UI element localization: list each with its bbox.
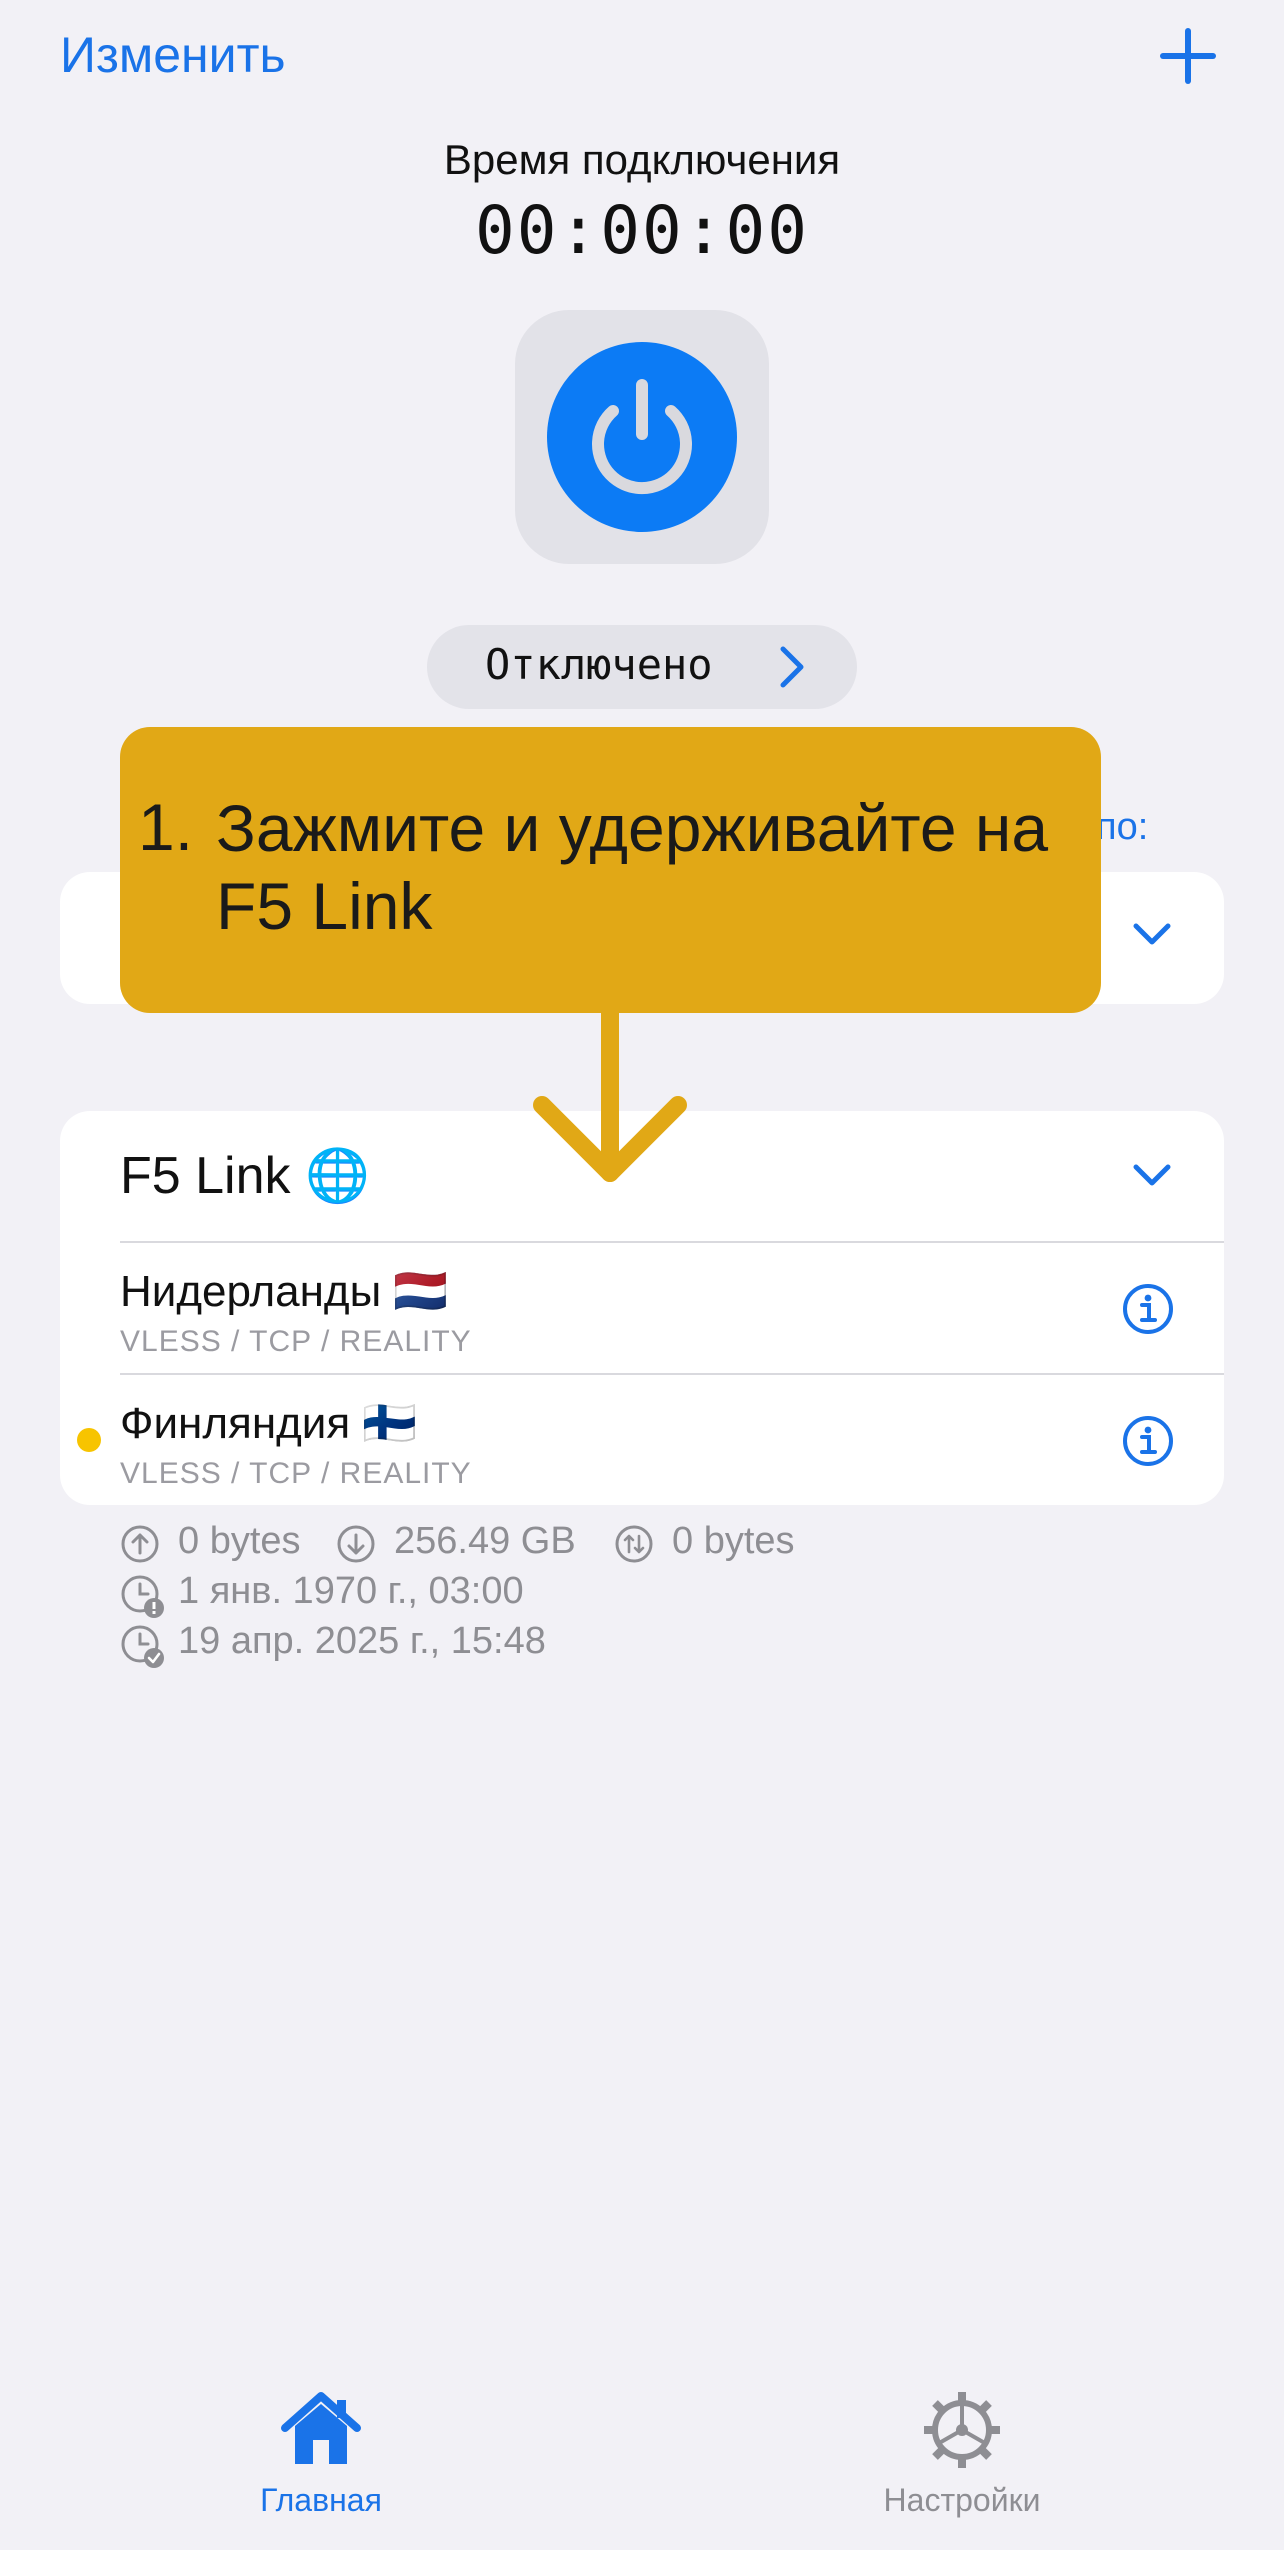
server-row-finland[interactable]: Финляндия 🇫🇮 VLESS / TCP / REALITY <box>60 1375 1224 1505</box>
tooltip-step-number: 1. <box>138 790 194 864</box>
connection-status-button[interactable]: Отключено <box>427 625 857 709</box>
server-row-netherlands[interactable]: Нидерланды 🇳🇱 VLESS / TCP / REALITY <box>60 1243 1224 1373</box>
clock-alert-icon <box>121 1575 164 1618</box>
server-name: Нидерланды 🇳🇱 <box>120 1267 449 1316</box>
total-traffic-icon <box>615 1525 653 1563</box>
group-name: F5 Link 🌐 <box>120 1147 370 1205</box>
server-protocol: VLESS / TCP / REALITY <box>120 1325 472 1358</box>
tab-home[interactable]: Главная <box>201 2390 441 2518</box>
arrow-down-icon <box>533 1013 687 1182</box>
info-icon[interactable] <box>1122 1283 1174 1335</box>
info-icon[interactable] <box>1122 1415 1174 1467</box>
house-icon <box>281 2392 361 2464</box>
power-icon <box>592 379 692 495</box>
connection-time-title: Время подключения <box>443 136 841 183</box>
total-value: 0 bytes <box>672 1520 795 1562</box>
clock-check-icon <box>121 1625 164 1668</box>
tab-settings-label: Настройки <box>883 2482 1041 2518</box>
server-protocol: VLESS / TCP / REALITY <box>120 1457 472 1490</box>
chevron-down-icon[interactable] <box>1132 922 1172 948</box>
connection-timer: 00:00:00 <box>475 192 809 269</box>
chevron-down-icon[interactable] <box>1132 1163 1172 1189</box>
chevron-right-icon <box>780 646 804 688</box>
expire-date: 1 янв. 1970 г., 03:00 <box>178 1570 524 1612</box>
edit-button[interactable]: Изменить <box>60 22 286 88</box>
sort-link[interactable]: по: <box>1096 806 1148 849</box>
upload-value: 0 bytes <box>178 1520 301 1562</box>
tab-home-label: Главная <box>260 2482 382 2518</box>
main-screen: Изменить Время подключения 00:00:00 Откл… <box>0 0 1284 2550</box>
gear-icon <box>924 2392 1000 2468</box>
active-server-indicator <box>77 1428 101 1452</box>
power-button-tile[interactable] <box>515 310 769 564</box>
tab-settings[interactable]: Настройки <box>842 2390 1082 2518</box>
power-button[interactable] <box>547 342 737 532</box>
instruction-tooltip: 1. Зажмите и удерживайте на F5 Link <box>120 727 1101 1013</box>
download-value: 256.49 GB <box>394 1520 576 1562</box>
download-icon <box>337 1525 375 1563</box>
plus-icon[interactable] <box>1158 26 1218 86</box>
server-name: Финляндия 🇫🇮 <box>120 1399 418 1448</box>
upload-icon <box>121 1525 159 1563</box>
connection-status-label: Отключено <box>485 640 713 689</box>
tooltip-text: Зажмите и удерживайте на F5 Link <box>216 791 1049 943</box>
updated-date: 19 апр. 2025 г., 15:48 <box>178 1620 546 1662</box>
